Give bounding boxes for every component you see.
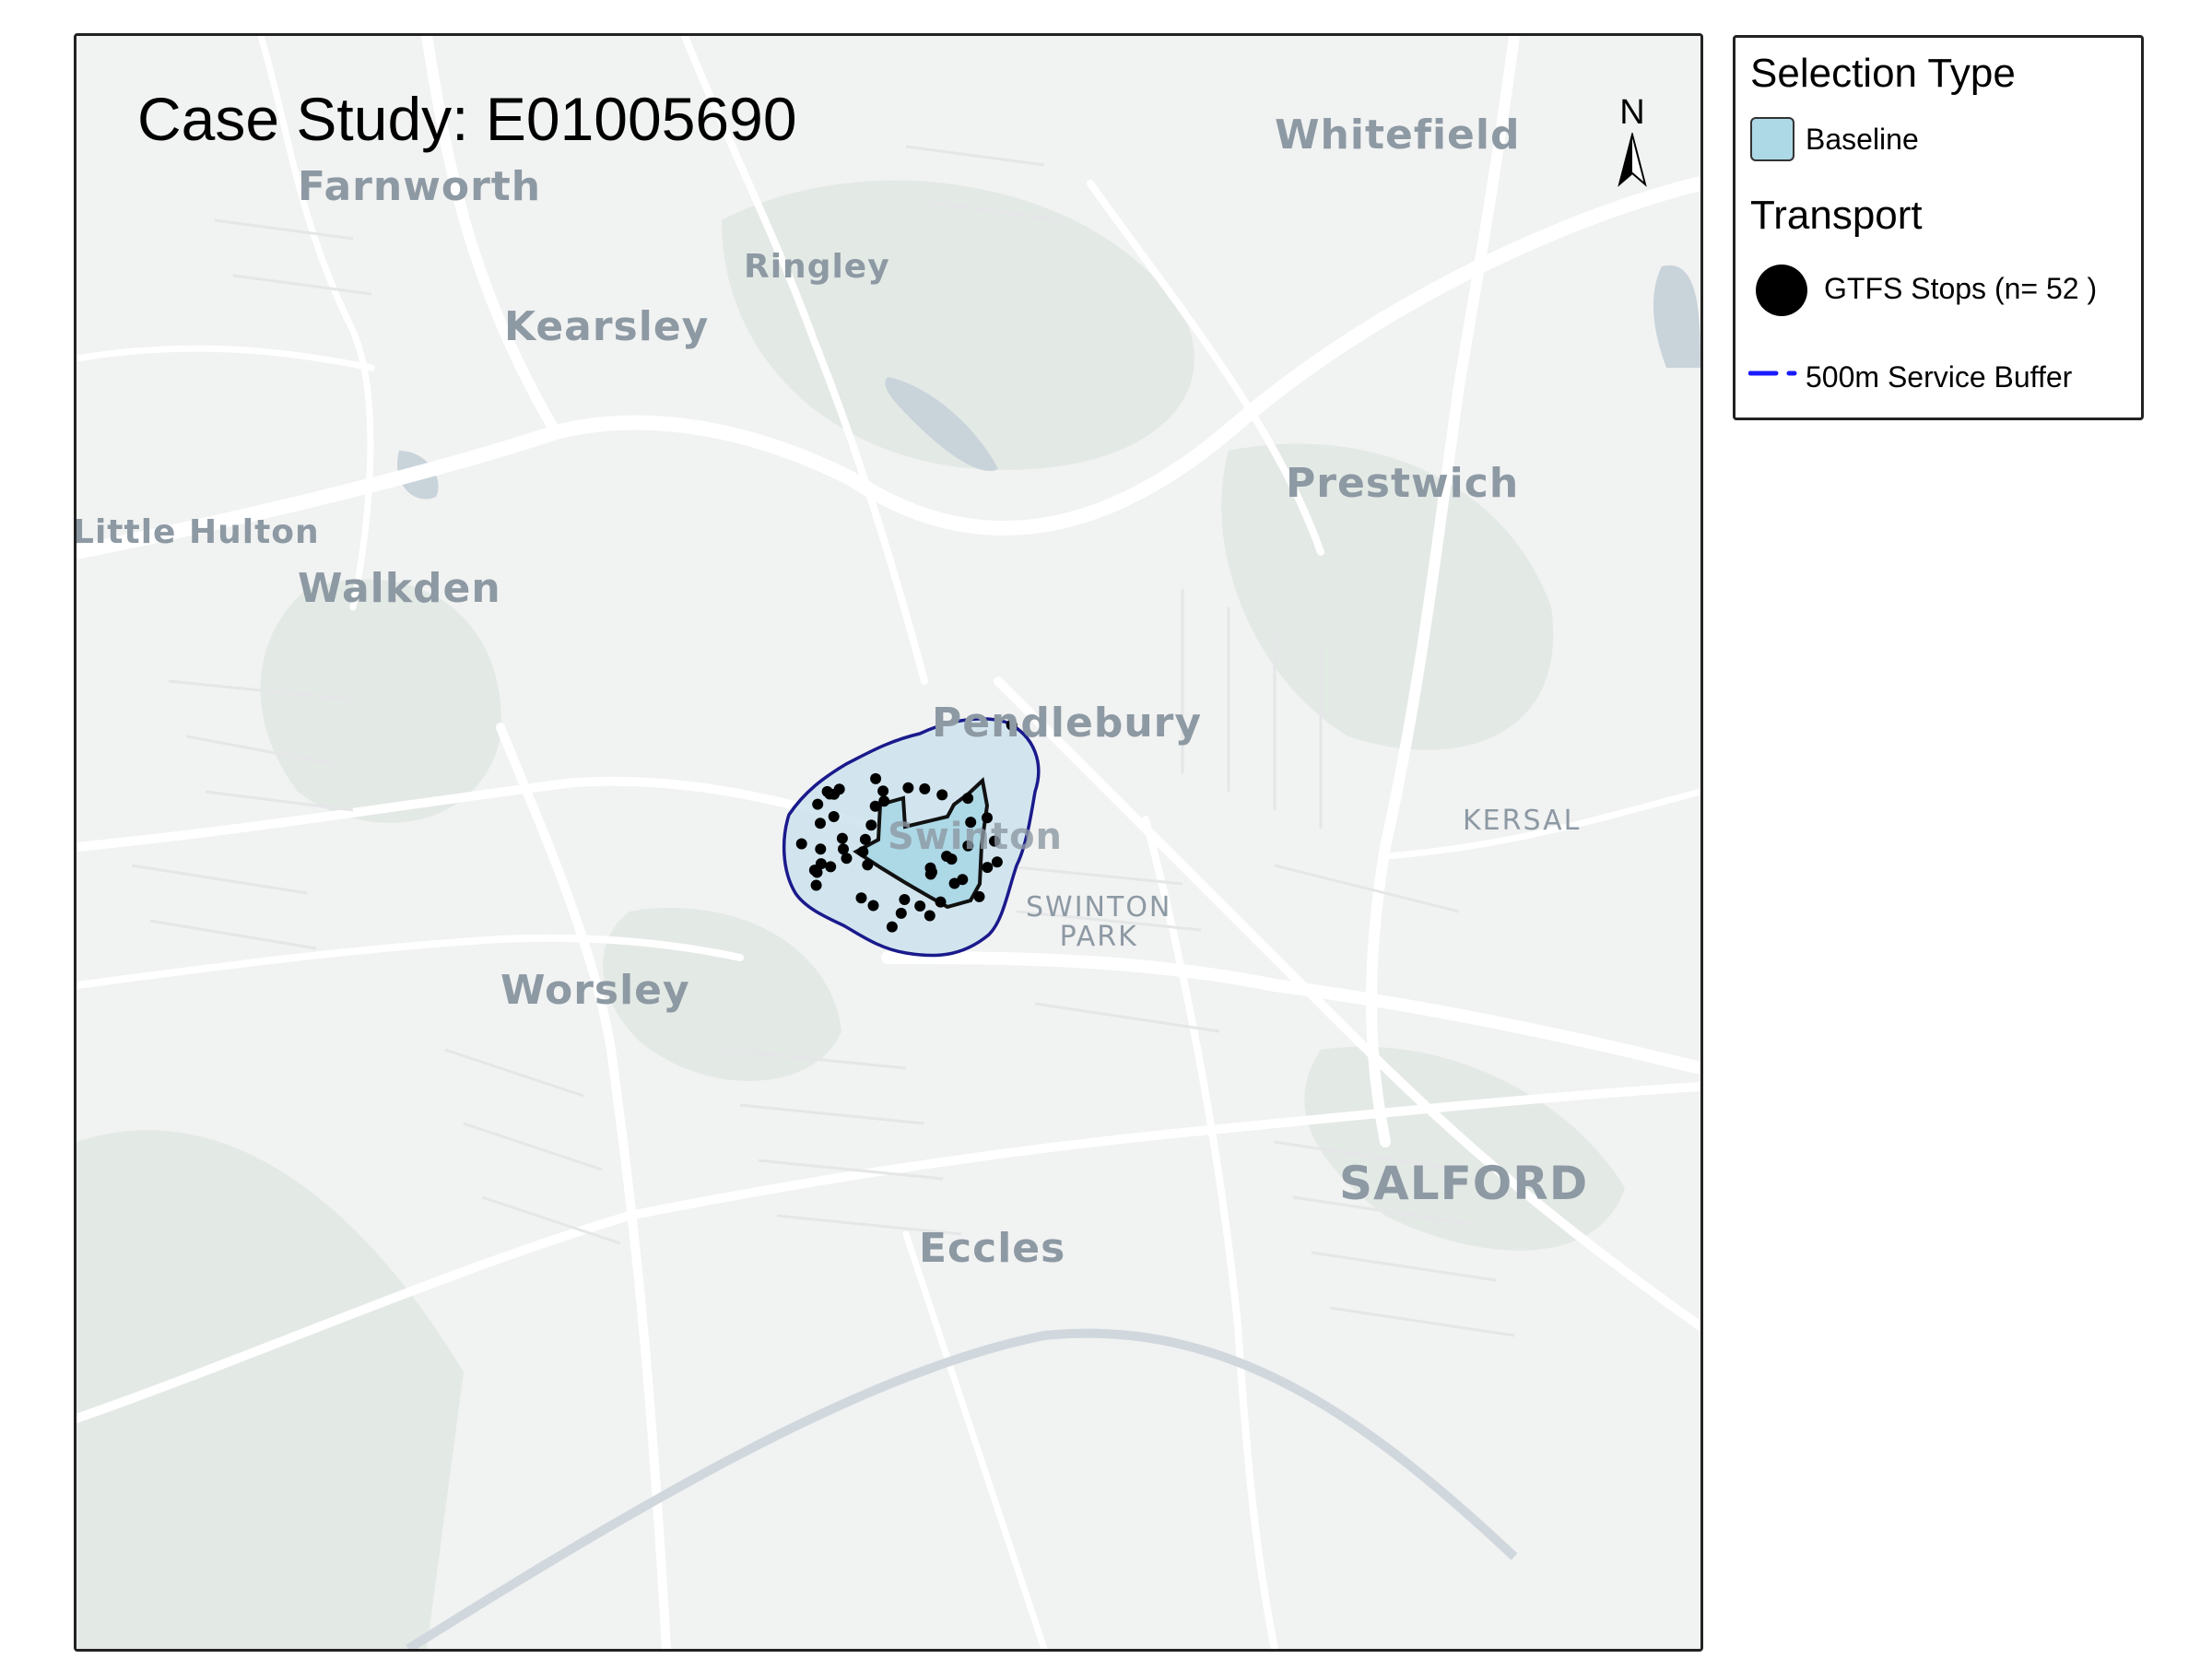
map-legend: Selection Type Baseline Transport GTFS S… [1733,35,2144,420]
gtfs-stop-marker [815,858,827,870]
gtfs-stop-marker [862,859,874,871]
place-label-kersal: KERSAL [1463,805,1582,837]
gtfs-stop-marker [865,819,877,831]
gtfs-stop-marker [962,793,974,805]
gtfs-stop-marker [877,785,889,797]
baseline-swatch [1750,117,1794,161]
gtfs-stop-marker [836,832,848,844]
place-label-kearsley: Kearsley [504,303,710,350]
legend-baseline-label: Baseline [1806,123,1919,156]
legend-stops-label: GTFS Stops (n= 52 ) [1824,272,2098,305]
gtfs-stop-marker [991,856,1003,868]
gtfs-stop-marker [825,861,837,873]
north-arrow-icon [1618,131,1647,187]
place-label-swinton: Swinton [888,816,1064,858]
gtfs-stop-marker [812,798,824,810]
stop-symbol-icon [1756,265,1807,316]
gtfs-stop-marker [859,833,871,845]
gtfs-stop-marker [795,838,807,850]
gtfs-stop-marker [899,894,911,905]
gtfs-stop-marker [895,907,907,919]
place-label-pendlebury: Pendlebury [932,700,1203,747]
gtfs-stop-marker [857,846,869,858]
gtfs-stop-marker [821,785,833,797]
legend-transport-heading: Transport [1750,193,1923,238]
gtfs-stop-marker [902,782,914,794]
legend-selection-heading: Selection Type [1750,51,2016,96]
place-label-ringley: Ringley [744,248,890,286]
gtfs-stop-marker [914,900,926,912]
gtfs-stop-marker [982,862,994,874]
gtfs-stop-marker [935,896,947,908]
place-label-little-hulton: Little Hulton [74,513,320,551]
north-arrow: N [1605,93,1660,194]
gtfs-stop-marker [936,789,948,801]
map-panel: Case Study: E01005690 N Farnworth Whitef… [74,33,1703,1652]
gtfs-stop-marker [870,772,882,784]
gtfs-stop-marker [815,843,827,855]
legend-buffer-label: 500m Service Buffer [1806,360,2073,394]
gtfs-stop-marker [828,811,840,822]
place-label-swinton-park: SWINTON PARK [1026,893,1171,951]
gtfs-stop-marker [886,921,898,933]
gtfs-stop-marker [924,910,935,922]
place-label-farnworth: Farnworth [298,163,542,210]
place-label-worsley: Worsley [500,967,690,1014]
gtfs-stop-marker [833,783,845,795]
gtfs-stop-marker [948,877,960,889]
north-label: N [1619,93,1645,132]
place-label-swinton-park-text: SWINTON PARK [1026,891,1172,953]
gtfs-stop-marker [838,843,849,855]
place-label-walkden: Walkden [298,565,501,612]
gtfs-stop-marker [924,862,936,874]
gtfs-stop-marker [810,879,822,891]
gtfs-stop-marker [867,900,879,912]
place-label-whitefield: Whitefield [1275,112,1521,159]
gtfs-stop-marker [855,892,867,904]
map-title: Case Study: E01005690 [137,85,797,153]
gtfs-stop-marker [869,800,881,812]
gtfs-stop-marker [919,782,931,794]
place-label-eccles: Eccles [919,1225,1066,1272]
place-label-salford: SALFORD [1339,1157,1589,1210]
buffer-line-icon [1748,371,1797,376]
gtfs-stop-marker [973,890,985,902]
gtfs-stop-marker [815,818,826,830]
place-label-prestwich: Prestwich [1286,460,1520,507]
